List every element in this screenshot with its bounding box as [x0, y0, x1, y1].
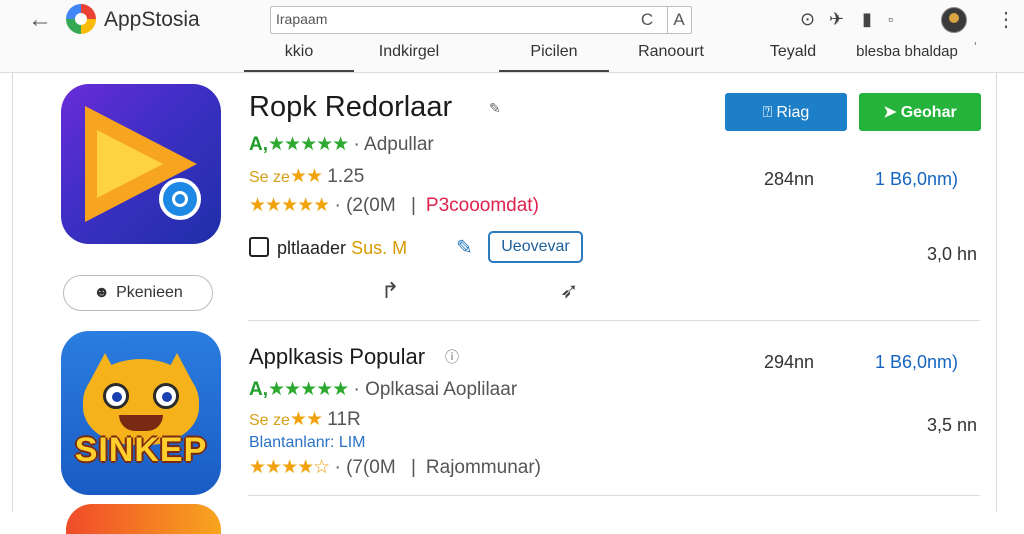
page-border-right [996, 72, 997, 512]
download-count: 294nn [764, 352, 815, 372]
avatar[interactable] [941, 7, 967, 33]
list-divider [248, 495, 980, 496]
person-icon: ☻ [93, 284, 111, 301]
developer-line: pltlaader Sus. M [249, 237, 407, 259]
rating-stars: ★★★★★ [268, 379, 349, 400]
app-size: 1 B6,0nm) [875, 169, 959, 189]
tab-kkio[interactable]: kkio [244, 40, 354, 72]
tag-button[interactable]: Ueovevar [488, 231, 583, 263]
tab-picilen[interactable]: Picilen [499, 40, 609, 72]
rating-line: A,★★★★★ · Oplkasai Aoplilaar [249, 379, 518, 400]
app-title[interactable]: Ropk Redorlaar [249, 91, 452, 124]
tab-overflow-icon[interactable]: ʼ [974, 40, 977, 54]
icon-text: SINKEP [74, 431, 208, 469]
pencil-icon[interactable]: ✎ [456, 235, 473, 260]
share-arrow-icon[interactable]: ↱ [381, 278, 399, 304]
page-border-left [12, 72, 13, 512]
tab-ranoourt[interactable]: Ranoourt [630, 40, 712, 70]
font-icon[interactable]: A [667, 7, 690, 33]
person-button[interactable]: ☻ Pkenieen [63, 275, 213, 311]
app-title[interactable]: Applkasis Popular [249, 344, 425, 370]
category-label[interactable]: Blantanlanr: LIM [249, 434, 366, 452]
more-vert-icon[interactable]: ⋮ [996, 7, 1016, 32]
review-stars: ★★★★★ [249, 195, 330, 216]
rating-line: A,★★★★★ · Adpullar [249, 134, 434, 155]
clear-icon[interactable]: C [635, 7, 659, 33]
app-icon[interactable] [61, 84, 221, 244]
update-time: 3,0 hn [927, 244, 978, 264]
search-input[interactable] [276, 9, 631, 29]
list-divider [248, 320, 980, 321]
install-icon: ⍰ [762, 104, 773, 121]
app-icon[interactable] [66, 504, 221, 534]
developer-icon [249, 237, 269, 257]
review-stars: ★★★★☆ [249, 457, 330, 478]
app-icon[interactable]: SINKEP [61, 331, 221, 495]
tab-teyald[interactable]: Teyald [760, 40, 826, 70]
tab-blesba[interactable]: blesba bhaldap [842, 40, 972, 70]
score-line: Se ze★★ 1.25 [249, 166, 365, 187]
download-count: 284nn [764, 169, 815, 189]
info-icon[interactable]: ⓘ [445, 347, 459, 367]
app-name: AppStosia [104, 8, 200, 31]
score-line: Se ze★★ 11R [249, 409, 361, 430]
store-logo-icon[interactable] [66, 4, 96, 34]
minus-icon[interactable]: ▫ [888, 8, 893, 30]
edit-icon[interactable]: ✎ [489, 100, 501, 117]
clock-icon[interactable]: ⊙ [800, 8, 815, 30]
leaf-icon: ➤ [883, 104, 897, 121]
search-box[interactable]: C A [270, 6, 692, 34]
tab-indkirgel[interactable]: Indkirgel [364, 40, 454, 70]
back-arrow-icon[interactable]: ← [28, 6, 52, 34]
bookmark-icon[interactable]: ▮ [862, 8, 872, 30]
app-size: 1 B6,0nm) [875, 352, 959, 372]
reviews-line: ★★★★☆ · (7(0M | Rajommunar) [249, 457, 541, 478]
share-icon[interactable]: ✈ [829, 8, 844, 30]
cursor-icon: ➶ [560, 278, 579, 303]
install-button[interactable]: ⍰ Riag [725, 93, 847, 131]
open-button[interactable]: ➤ Geohar [859, 93, 981, 131]
rating-stars: ★★★★★ [268, 134, 349, 155]
update-time: 3,5 nn [927, 415, 978, 435]
reviews-line: ★★★★★ · (2(0M | P3cooomdat) [249, 195, 539, 216]
